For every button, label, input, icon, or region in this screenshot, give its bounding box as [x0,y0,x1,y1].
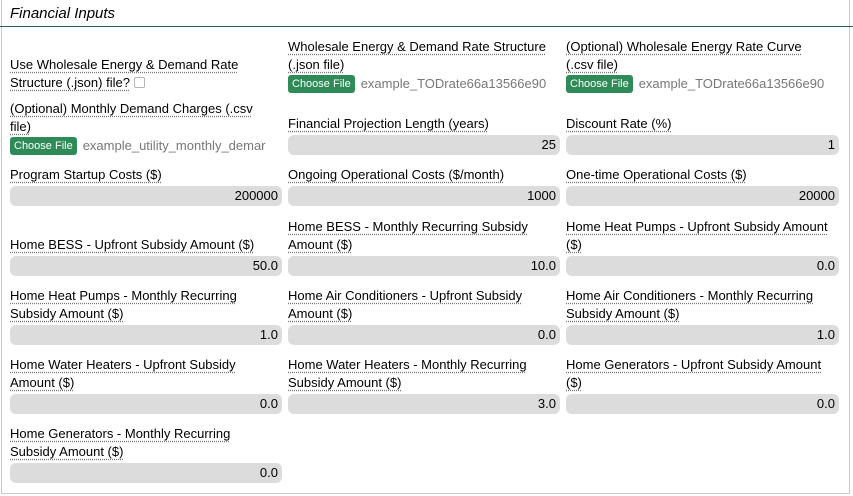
bess-monthly-label: Home BESS - Monthly Recurring Subsidy Am… [288,219,528,252]
wholesale-json-file-name: example_TODrate66a13566e90 [360,76,547,91]
wholesale-json-toggle-label: Use Wholesale Energy & Demand Rate Struc… [10,57,239,90]
monthly-demand-file-input[interactable]: Choose File example_utility_monthly_demar [10,137,280,155]
bess-upfront-label: Home BESS - Upfront Subsidy Amount ($) [10,237,255,252]
bess-upfront-input[interactable]: 50.0 [10,256,282,276]
onetime-costs-label: One-time Operational Costs ($) [566,167,747,182]
waterheater-upfront-input[interactable]: 0.0 [10,394,282,414]
ac-upfront-label: Home Air Conditioners - Upfront Subsidy … [288,288,523,321]
waterheater-monthly-label: Home Water Heaters - Monthly Recurring S… [288,357,527,390]
wholesale-json-choose-file-button[interactable]: Choose File [288,75,355,93]
monthly-demand-choose-file-button[interactable]: Choose File [10,137,77,155]
wholesale-curve-file-name: example_TODrate66a13566e90 [638,76,825,91]
projection-length-label: Financial Projection Length (years) [288,116,489,131]
section-header: Financial Inputs [0,0,853,27]
bess-monthly-input[interactable]: 10.0 [288,256,560,276]
section-title: Financial Inputs [10,5,116,22]
monthly-demand-file-name: example_utility_monthly_demar [82,138,266,153]
generator-upfront-input[interactable]: 0.0 [566,394,839,414]
wholesale-json-file-input[interactable]: Choose File example_TODrate66a13566e90 [288,75,558,93]
generator-monthly-label: Home Generators - Monthly Recurring Subs… [10,426,231,459]
wholesale-curve-file-input[interactable]: Choose File example_TODrate66a13566e90 [566,75,836,93]
heatpump-upfront-label: Home Heat Pumps - Upfront Subsidy Amount… [566,219,828,252]
ongoing-costs-input[interactable]: 1000 [288,186,560,206]
heatpump-upfront-input[interactable]: 0.0 [566,256,839,276]
wholesale-curve-label: (Optional) Wholesale Energy Rate Curve (… [566,39,802,72]
startup-costs-label: Program Startup Costs ($) [10,167,162,182]
generator-monthly-input[interactable]: 0.0 [10,463,282,483]
startup-costs-input[interactable]: 200000 [10,186,282,206]
ac-monthly-input[interactable]: 1.0 [566,325,839,345]
wholesale-json-checkbox[interactable] [133,77,145,88]
wholesale-curve-choose-file-button[interactable]: Choose File [566,75,633,93]
ac-upfront-input[interactable]: 0.0 [288,325,560,345]
projection-length-input[interactable]: 25 [288,135,560,155]
ac-monthly-label: Home Air Conditioners - Monthly Recurrin… [566,288,814,321]
discount-rate-label: Discount Rate (%) [566,116,672,131]
wholesale-json-label: Wholesale Energy & Demand Rate Structure… [288,39,546,72]
heatpump-monthly-label: Home Heat Pumps - Monthly Recurring Subs… [10,288,237,321]
monthly-demand-label: (Optional) Monthly Demand Charges (.csv … [10,101,253,134]
onetime-costs-input[interactable]: 20000 [566,186,839,206]
waterheater-monthly-input[interactable]: 3.0 [288,394,560,414]
ongoing-costs-label: Ongoing Operational Costs ($/month) [288,167,505,182]
heatpump-monthly-input[interactable]: 1.0 [10,325,282,345]
discount-rate-input[interactable]: 1 [566,135,839,155]
waterheater-upfront-label: Home Water Heaters - Upfront Subsidy Amo… [10,357,236,390]
generator-upfront-label: Home Generators - Upfront Subsidy Amount… [566,357,822,390]
